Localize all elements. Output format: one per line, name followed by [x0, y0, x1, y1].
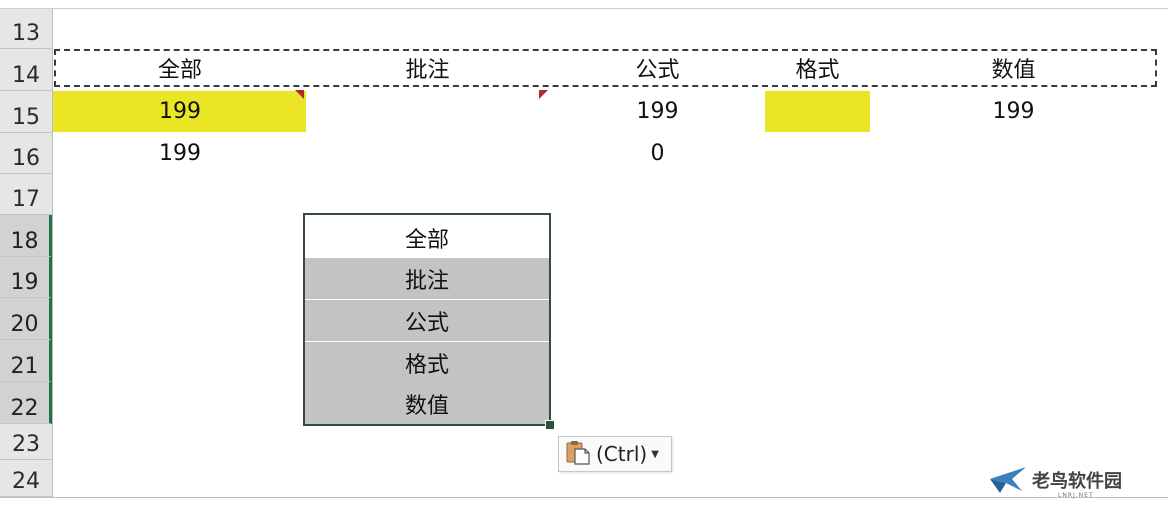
row-header-23[interactable]: 23 — [0, 424, 52, 460]
watermark-subtext: LNRJ.NET — [1058, 492, 1094, 499]
chevron-down-icon: ▼ — [651, 448, 659, 460]
grid-top-border — [0, 8, 1168, 9]
list-item-value[interactable]: 数值 — [305, 383, 549, 424]
cell-row15-all[interactable]: 199 — [55, 91, 305, 132]
row-header-20[interactable]: 20 — [0, 298, 52, 340]
bird-logo-icon — [988, 465, 1028, 499]
clipboard-icon — [564, 438, 592, 470]
highlight-cell-format — [765, 91, 870, 132]
list-item-comment[interactable]: 批注 — [305, 258, 549, 299]
copy-marquee — [54, 49, 1157, 87]
row-header-17[interactable]: 17 — [0, 174, 52, 215]
cell-row16-all[interactable]: 199 — [55, 133, 305, 174]
row-header-18[interactable]: 18 — [0, 215, 52, 257]
cell-row15-formula[interactable]: 199 — [550, 91, 765, 132]
selected-range-list[interactable]: 全部 批注 公式 格式 数值 — [303, 213, 551, 426]
row-header-21[interactable]: 21 — [0, 340, 52, 382]
row-header-19[interactable]: 19 — [0, 257, 52, 298]
list-item-formula[interactable]: 公式 — [305, 300, 549, 341]
row-header-13[interactable]: 13 — [0, 9, 52, 49]
cell-row15-value[interactable]: 199 — [870, 91, 1157, 132]
cell-row16-formula[interactable]: 0 — [550, 133, 765, 174]
row-header-24[interactable]: 24 — [0, 460, 52, 497]
row-header-15[interactable]: 15 — [0, 91, 52, 133]
list-item-all[interactable]: 全部 — [305, 217, 549, 258]
row-header-column: 13 14 15 16 17 18 19 20 21 22 23 24 — [0, 9, 53, 497]
paste-options-label: (Ctrl) — [596, 442, 648, 466]
paste-options-button[interactable]: (Ctrl) ▼ — [558, 436, 672, 472]
row-header-16[interactable]: 16 — [0, 133, 52, 174]
row-header-22[interactable]: 22 — [0, 382, 52, 424]
fill-handle[interactable] — [545, 420, 555, 430]
comment-indicator — [539, 90, 548, 99]
list-item-format[interactable]: 格式 — [305, 342, 549, 383]
row-header-14[interactable]: 14 — [0, 49, 52, 91]
watermark-text: 老鸟软件园 — [1032, 471, 1122, 492]
watermark-logo: 老鸟软件园 LNRJ.NET — [988, 462, 1158, 502]
